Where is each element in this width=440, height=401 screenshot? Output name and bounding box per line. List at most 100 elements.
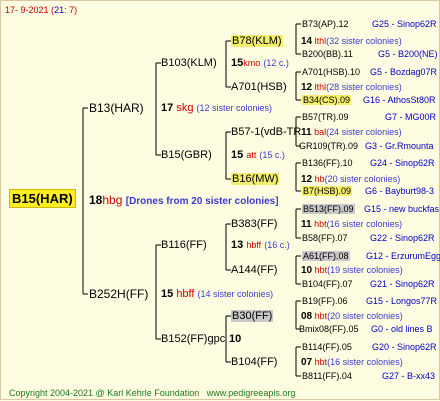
father-info: 15 hbff (14 sister colonies)	[161, 288, 273, 300]
header-date-text: 9-2021 (	[20, 5, 55, 15]
queen-note: [Drones from 20 sister colonies]	[125, 196, 279, 207]
gen3-mf-num: 15	[231, 149, 244, 161]
gen4-num: 07	[301, 357, 313, 368]
gen3-fm-info: 13 hbff (16 c.)	[231, 239, 290, 251]
gen5-name: B73(AP).12	[302, 19, 349, 29]
gen5-name: B114(FF).05	[302, 342, 352, 352]
gen4-num: 14	[301, 36, 313, 47]
gen5-item-2: A701(HSB).10	[302, 66, 360, 78]
father-num: 15	[161, 288, 174, 300]
gen5-name: B57(TR).09	[302, 112, 349, 122]
pedigree-page: { "header": {"id": "17-", "date": "9-202…	[0, 0, 440, 400]
mother-num: 17	[161, 102, 174, 114]
gen5-name: B19(FF).06	[302, 296, 348, 306]
gen4-note: (28 sister colonies)	[326, 82, 402, 92]
gen5-item-9: B58(FF).07	[302, 232, 348, 244]
gen4-abbr: lthl	[314, 82, 327, 92]
gen5-name: B513(FF).09	[302, 204, 355, 214]
footer: Copyright 2004-2021 @ Karl Kehrle Founda…	[9, 387, 295, 399]
gen4-name: A701(HSB)	[231, 81, 287, 93]
gen4-name: B383(FF)	[231, 218, 278, 230]
footer-site-link[interactable]: www.pedigreeapis.org	[207, 388, 296, 398]
gen3-mm-name: B103(KLM)	[161, 57, 217, 69]
gen3-fm-abbr: hbff	[246, 240, 262, 250]
gen4-item-4: B383(FF)	[231, 218, 277, 230]
gen4-num: 08	[301, 311, 313, 322]
gen5-item-8: B513(FF).09	[302, 203, 355, 215]
queen-info: 18hbg [Drones from 20 sister colonies]	[89, 194, 279, 208]
gen5-name: A61(FF).08	[302, 251, 350, 261]
gen4-info-6: 08 hbt(20 sister colonies)	[301, 310, 403, 323]
gen5-info-1: G5 - B200(NE)	[378, 49, 438, 59]
gen5-item-1: B200(BB).11	[302, 48, 353, 60]
gen3-ff-num: 10	[229, 333, 242, 345]
gen5-item-3: B34(CS).09	[302, 94, 352, 106]
gen5-name: B7(HSB).09	[302, 186, 353, 196]
gen3-mm-note: (12 c.)	[263, 58, 289, 68]
gen4-info-1: 12 lthl(28 sister colonies)	[301, 81, 402, 94]
gen5-info-7: G6 - Bayburt98-3	[365, 186, 435, 196]
mother-info: 17 skg (12 sister colonies)	[161, 102, 272, 114]
gen5-info-11: G21 - Sinop62R	[370, 279, 435, 289]
gen5-name: B34(CS).09	[302, 95, 352, 105]
gen4-item-3: B16(MW)	[231, 173, 280, 185]
gen5-name: B104(FF).07	[302, 279, 353, 289]
gen5-name: B200(BB).11	[302, 49, 353, 59]
gen4-abbr: hbt	[314, 219, 327, 229]
gen4-item-5: A144(FF)	[231, 264, 277, 276]
queen-abbr: hbg	[102, 193, 123, 207]
gen4-item-7: B104(FF)	[231, 356, 277, 368]
gen3-ff-name: B152(FF)gpc	[161, 333, 226, 345]
gen5-info-5: G3 - Gr.Rmounta	[365, 141, 434, 151]
gen3-fm-note: (16 c.)	[264, 240, 290, 250]
gen5-item-15: B811(FF).04	[302, 370, 352, 382]
gen5-item-7: B7(HSB).09	[302, 185, 353, 197]
gen3-mf-name: B15(GBR)	[161, 149, 212, 161]
queen-name: B15(HAR)	[9, 189, 76, 208]
queen-label: B15(HAR)	[9, 189, 76, 208]
father-note: (14 sister colonies)	[197, 289, 274, 299]
gen3-mf-info: 15 att (15 c.)	[231, 149, 285, 161]
gen4-note: (19 sister colonies)	[327, 265, 403, 275]
gen4-note: (16 sister colonies)	[327, 357, 403, 367]
gen4-abbr: lthl	[314, 36, 327, 46]
gen3-mm-num: 15	[231, 57, 244, 69]
gen5-name: A701(HSB).10	[302, 67, 361, 77]
gen4-abbr: bal	[314, 127, 327, 137]
gen4-item-1: A701(HSB)	[231, 81, 287, 93]
gen4-name: B78(KLM)	[231, 35, 283, 47]
gen4-item-2: B57-1(vdB-TR)	[231, 126, 305, 138]
mother-name: B13(HAR)	[89, 101, 144, 115]
gen4-num: 12	[301, 174, 313, 185]
mother-abbr: skg	[176, 102, 194, 114]
header-id: 17-	[5, 5, 19, 15]
gen3-mf-note: (15 c.)	[259, 150, 285, 160]
queen-num: 18	[89, 193, 103, 207]
gen5-info-12: G15 - Longos77R	[366, 296, 438, 306]
gen4-num: 10	[301, 265, 313, 276]
gen5-item-12: B19(FF).06	[302, 295, 348, 307]
gen4-note: (16 sister colonies)	[326, 219, 403, 229]
mother-note: (12 sister colonies)	[196, 103, 273, 113]
gen5-name: B136(FF).10	[302, 158, 353, 168]
gen5-info-2: G5 - Bozdag07R	[370, 67, 438, 77]
gen4-num: 12	[301, 82, 313, 93]
gen4-info-0: 14 lthl(32 sister colonies)	[301, 35, 402, 48]
gen4-note: (24 sister colonies)	[326, 127, 402, 137]
gen5-info-13: G0 - old lines B	[371, 324, 433, 334]
gen5-item-11: B104(FF).07	[302, 278, 353, 290]
header-time: : 7)	[64, 5, 78, 15]
gen3-fm-num: 13	[231, 239, 244, 251]
gen4-item-0: B78(KLM)	[231, 35, 283, 47]
gen3-fm-name: B116(FF)	[161, 239, 207, 251]
gen4-abbr: hbt	[314, 265, 328, 275]
gen4-name: B104(FF)	[231, 356, 278, 368]
gen4-name: B16(MW)	[231, 173, 280, 185]
gen5-item-5: GR109(TR).09	[299, 140, 358, 152]
gen5-info-8: G15 - new buckfas	[364, 204, 440, 214]
gen4-info-5: 10 hbt(19 sister colonies)	[301, 264, 403, 277]
gen4-name: B30(FF)	[231, 310, 274, 322]
gen5-info-14: G20 - Sinop62R	[372, 342, 437, 352]
gen5-item-13: Bmix08(FF).05	[299, 323, 359, 335]
gen4-info-2: 11 bal(24 sister colonies)	[301, 126, 402, 139]
